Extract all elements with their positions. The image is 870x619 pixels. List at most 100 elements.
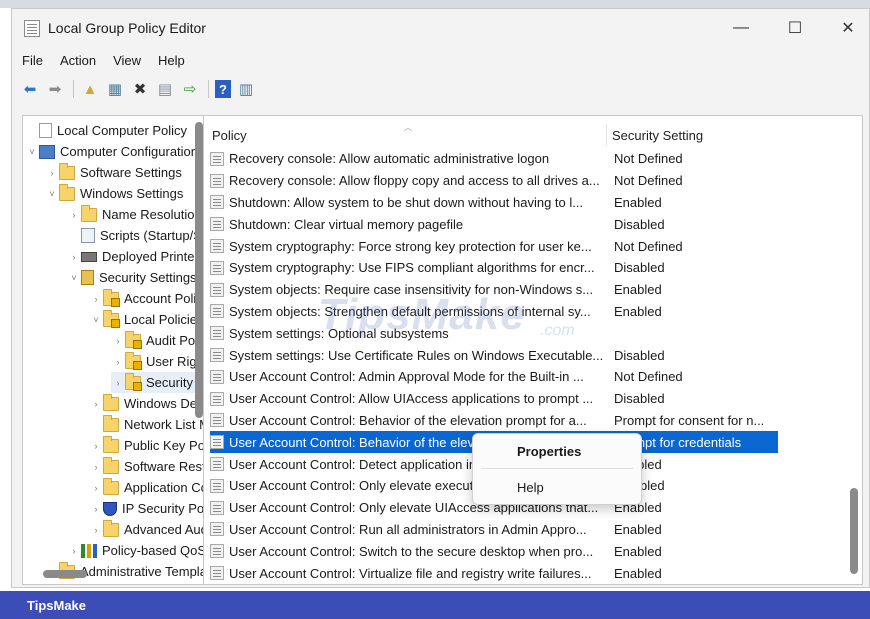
tree-item[interactable]: › Application Control Policies bbox=[89, 477, 205, 498]
toolbar: ⬅ ➡ ▲ ▦ ✖ ▤ ⇨ ? ▥ bbox=[12, 75, 869, 103]
tree-item[interactable]: ˅ Security Settings bbox=[67, 267, 197, 288]
tree-item[interactable]: › Policy-based QoS bbox=[67, 540, 206, 561]
tree-item[interactable]: › Software Restriction Policies bbox=[89, 456, 205, 477]
tree-item[interactable]: ˅ Windows Settings bbox=[45, 183, 183, 204]
close-button[interactable]: ✕ bbox=[825, 9, 869, 47]
tree-item[interactable]: › Deployed Printers bbox=[67, 246, 206, 267]
tree-item[interactable]: ›User Rights Assignment bbox=[111, 351, 205, 372]
tree-twisty[interactable]: › bbox=[89, 483, 103, 493]
folder-icon bbox=[103, 456, 119, 474]
tree-twisty[interactable]: › bbox=[89, 504, 103, 514]
tree-item[interactable]: Scripts (Startup/Shutdown) bbox=[67, 225, 205, 246]
tree-item[interactable]: › Public Key Policies bbox=[89, 435, 205, 456]
tree-item[interactable]: ˅ Computer Configuration bbox=[25, 141, 198, 162]
tree-twisty[interactable]: › bbox=[67, 546, 81, 556]
maximize-button[interactable]: ☐ bbox=[772, 9, 818, 47]
policy-row[interactable]: User Account Control: Run all administra… bbox=[210, 519, 778, 541]
policy-row[interactable]: User Account Control: Admin Approval Mod… bbox=[210, 366, 778, 388]
filter-icon[interactable]: ▥ bbox=[236, 79, 256, 99]
policy-name: Recovery console: Allow floppy copy and … bbox=[229, 173, 600, 189]
policy-row[interactable]: User Account Control: Allow UIAccess app… bbox=[210, 388, 778, 410]
footer-banner: TipsMake bbox=[0, 591, 870, 619]
tree-vertical-scrollbar[interactable] bbox=[195, 122, 203, 418]
tree-item[interactable]: Network List Manager Policies bbox=[89, 414, 205, 435]
policy-name: Recovery console: Allow automatic admini… bbox=[229, 151, 550, 167]
delete-icon[interactable]: ✖ bbox=[130, 79, 150, 99]
policy-row[interactable]: Recovery console: Allow automatic admini… bbox=[210, 148, 778, 170]
column-header-security-setting[interactable]: Security Setting bbox=[612, 128, 703, 143]
console-tree[interactable]: Local Computer Policy ˅ Computer Configur… bbox=[22, 115, 206, 585]
tree-item[interactable]: Local Computer Policy bbox=[25, 120, 187, 141]
tree-item[interactable]: ›Audit Policy bbox=[111, 330, 205, 351]
list-vertical-scrollbar[interactable] bbox=[850, 488, 858, 574]
tree-horizontal-scrollbar[interactable] bbox=[43, 570, 87, 578]
policy-setting-icon bbox=[210, 326, 224, 341]
tree-twisty[interactable]: ˅ bbox=[25, 147, 39, 157]
tree-twisty[interactable]: › bbox=[45, 168, 59, 178]
policy-row[interactable]: System cryptography: Force strong key pr… bbox=[210, 235, 778, 257]
up-folder-icon[interactable]: ▲ bbox=[80, 79, 100, 99]
menu-action[interactable]: Action bbox=[53, 53, 103, 68]
column-divider[interactable] bbox=[606, 124, 607, 146]
minimize-button[interactable]: — bbox=[718, 9, 764, 47]
tree-twisty[interactable]: › bbox=[67, 252, 81, 262]
show-hide-tree-icon[interactable]: ▦ bbox=[105, 79, 125, 99]
folder-icon bbox=[103, 519, 119, 537]
tree-twisty[interactable]: › bbox=[111, 336, 125, 346]
title-bar[interactable]: Local Group Policy Editor — ☐ ✕ bbox=[12, 9, 869, 47]
column-header-policy[interactable]: Policy bbox=[212, 128, 247, 143]
context-menu-properties[interactable]: Properties bbox=[477, 438, 637, 464]
tree-item-label: Windows Defender Firewall bbox=[124, 396, 206, 411]
tree-item-selected[interactable]: ›Security Options bbox=[111, 372, 205, 393]
menu-file[interactable]: File bbox=[15, 53, 50, 68]
help-icon[interactable]: ? bbox=[215, 80, 231, 98]
tree-twisty[interactable]: › bbox=[67, 210, 81, 220]
tree-twisty[interactable]: ˅ bbox=[45, 189, 59, 199]
tree-twisty[interactable]: › bbox=[89, 294, 103, 304]
policy-row[interactable]: User Account Control: Virtualize file an… bbox=[210, 562, 778, 584]
context-menu-help[interactable]: Help bbox=[477, 474, 637, 500]
tree-twisty[interactable]: › bbox=[89, 399, 103, 409]
tree-twisty[interactable]: ˅ bbox=[67, 273, 81, 283]
policy-list[interactable]: ︿ Policy Security Setting Recovery conso… bbox=[203, 115, 863, 585]
menu-view[interactable]: View bbox=[106, 53, 148, 68]
folder-icon bbox=[103, 414, 119, 432]
tree-twisty[interactable]: › bbox=[111, 378, 125, 388]
export-list-icon[interactable]: ⇨ bbox=[180, 79, 200, 99]
tree-twisty[interactable]: › bbox=[89, 462, 103, 472]
policy-row[interactable]: User Account Control: Behavior of the el… bbox=[210, 410, 778, 432]
policy-row[interactable]: User Account Control: Switch to the secu… bbox=[210, 540, 778, 562]
tree-item[interactable]: › Advanced Audit Policy Configuration bbox=[89, 519, 205, 540]
menu-help[interactable]: Help bbox=[151, 53, 192, 68]
policy-setting-icon bbox=[210, 478, 224, 493]
policy-setting-icon bbox=[210, 413, 224, 428]
policy-row[interactable]: System cryptography: Use FIPS compliant … bbox=[210, 257, 778, 279]
tree-twisty[interactable]: › bbox=[111, 357, 125, 367]
tree-item-label: Policy-based QoS bbox=[102, 543, 206, 558]
tree-item[interactable]: › Windows Defender Firewall bbox=[89, 393, 206, 414]
tree-item[interactable]: › Name Resolution Policy bbox=[67, 204, 205, 225]
tree-twisty[interactable]: ˅ bbox=[89, 315, 103, 325]
back-arrow-icon[interactable]: ⬅ bbox=[20, 79, 40, 99]
forward-arrow-icon[interactable]: ➡ bbox=[45, 79, 65, 99]
policy-name: User Account Control: Switch to the secu… bbox=[229, 543, 594, 559]
policy-security-setting: Disabled bbox=[614, 347, 665, 363]
tree-item[interactable]: › IP Security Policies bbox=[89, 498, 206, 519]
policy-row[interactable]: System settings: Use Certificate Rules o… bbox=[210, 344, 778, 366]
tree-twisty[interactable]: › bbox=[89, 441, 103, 451]
lock-folder-icon bbox=[125, 330, 142, 349]
properties-icon[interactable]: ▤ bbox=[155, 79, 175, 99]
tree-twisty[interactable]: › bbox=[89, 525, 103, 535]
policy-security-setting: Enabled bbox=[614, 303, 662, 319]
lock-folder-icon bbox=[125, 372, 142, 391]
policy-name: User Account Control: Allow UIAccess app… bbox=[229, 391, 594, 407]
policy-setting-icon bbox=[210, 369, 224, 384]
policy-row[interactable]: Shutdown: Allow system to be shut down w… bbox=[210, 192, 778, 214]
tree-item[interactable]: › Software Settings bbox=[45, 162, 182, 183]
tree-item[interactable]: › Account Policies bbox=[89, 288, 205, 309]
policy-row[interactable]: Shutdown: Clear virtual memory pagefile D… bbox=[210, 213, 778, 235]
policy-name: User Account Control: Admin Approval Mod… bbox=[229, 369, 584, 385]
tree-item[interactable]: ˅ Local Policies bbox=[89, 309, 204, 330]
policy-security-setting: Not Defined bbox=[614, 369, 683, 385]
policy-row[interactable]: Recovery console: Allow floppy copy and … bbox=[210, 170, 778, 192]
